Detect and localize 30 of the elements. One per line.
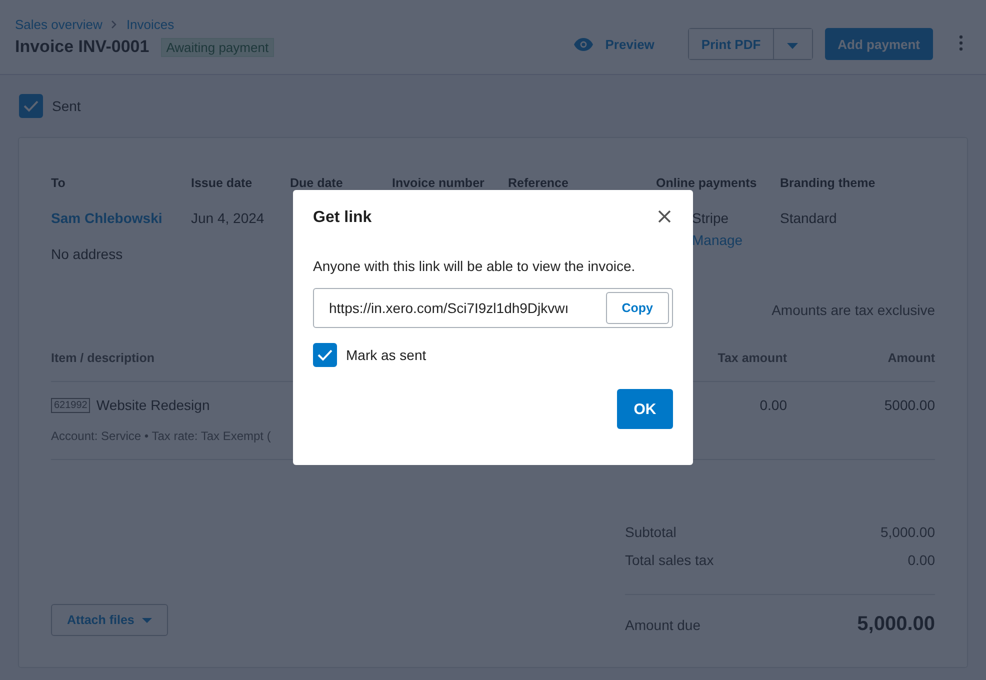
total-label: Amount due xyxy=(625,617,700,633)
mark-sent-label: Mark as sent xyxy=(346,347,426,363)
detail-heading: Reference xyxy=(508,176,570,190)
detail-heading: Invoice number xyxy=(392,176,486,190)
detail-value: Jun 4, 2024 xyxy=(191,210,264,226)
detail-value: Standard xyxy=(780,210,837,226)
total-value: 5,000.00 xyxy=(857,613,935,636)
total-value: 5,000.00 xyxy=(880,524,935,540)
item-description: Website Redesign xyxy=(96,397,210,413)
total-value: 0.00 xyxy=(908,552,935,568)
detail-heading: Branding theme xyxy=(780,176,876,190)
invoice-title: Invoice INV-0001 xyxy=(15,37,150,57)
copy-button[interactable]: Copy xyxy=(606,292,669,324)
total-label: Total sales tax xyxy=(625,552,714,568)
mark-sent-checkbox[interactable] xyxy=(313,343,337,367)
detail-heading: To xyxy=(51,176,66,190)
detail-heading: Due date xyxy=(290,176,344,190)
detail-heading: Issue date xyxy=(191,176,254,190)
link-field[interactable]: https://in.xero.com/Sci7I9zl1dh9Djkvwı Copy xyxy=(313,288,673,328)
table-cell-text: 5000.00 xyxy=(883,397,935,413)
dialog-message: Anyone with this link will be able to view the invoice. xyxy=(313,258,636,274)
total-label: Subtotal xyxy=(625,524,676,540)
tax-note: Amounts are tax exclusive xyxy=(772,302,935,318)
checkmark-icon xyxy=(317,349,333,361)
detail-heading: Online payments xyxy=(656,176,758,190)
detail-value: Stripe xyxy=(692,210,729,226)
dialog-title: Get link xyxy=(313,209,372,227)
ok-button[interactable]: OK xyxy=(617,389,673,429)
sent-label: Sent xyxy=(52,98,81,114)
address-text: No address xyxy=(51,246,123,262)
